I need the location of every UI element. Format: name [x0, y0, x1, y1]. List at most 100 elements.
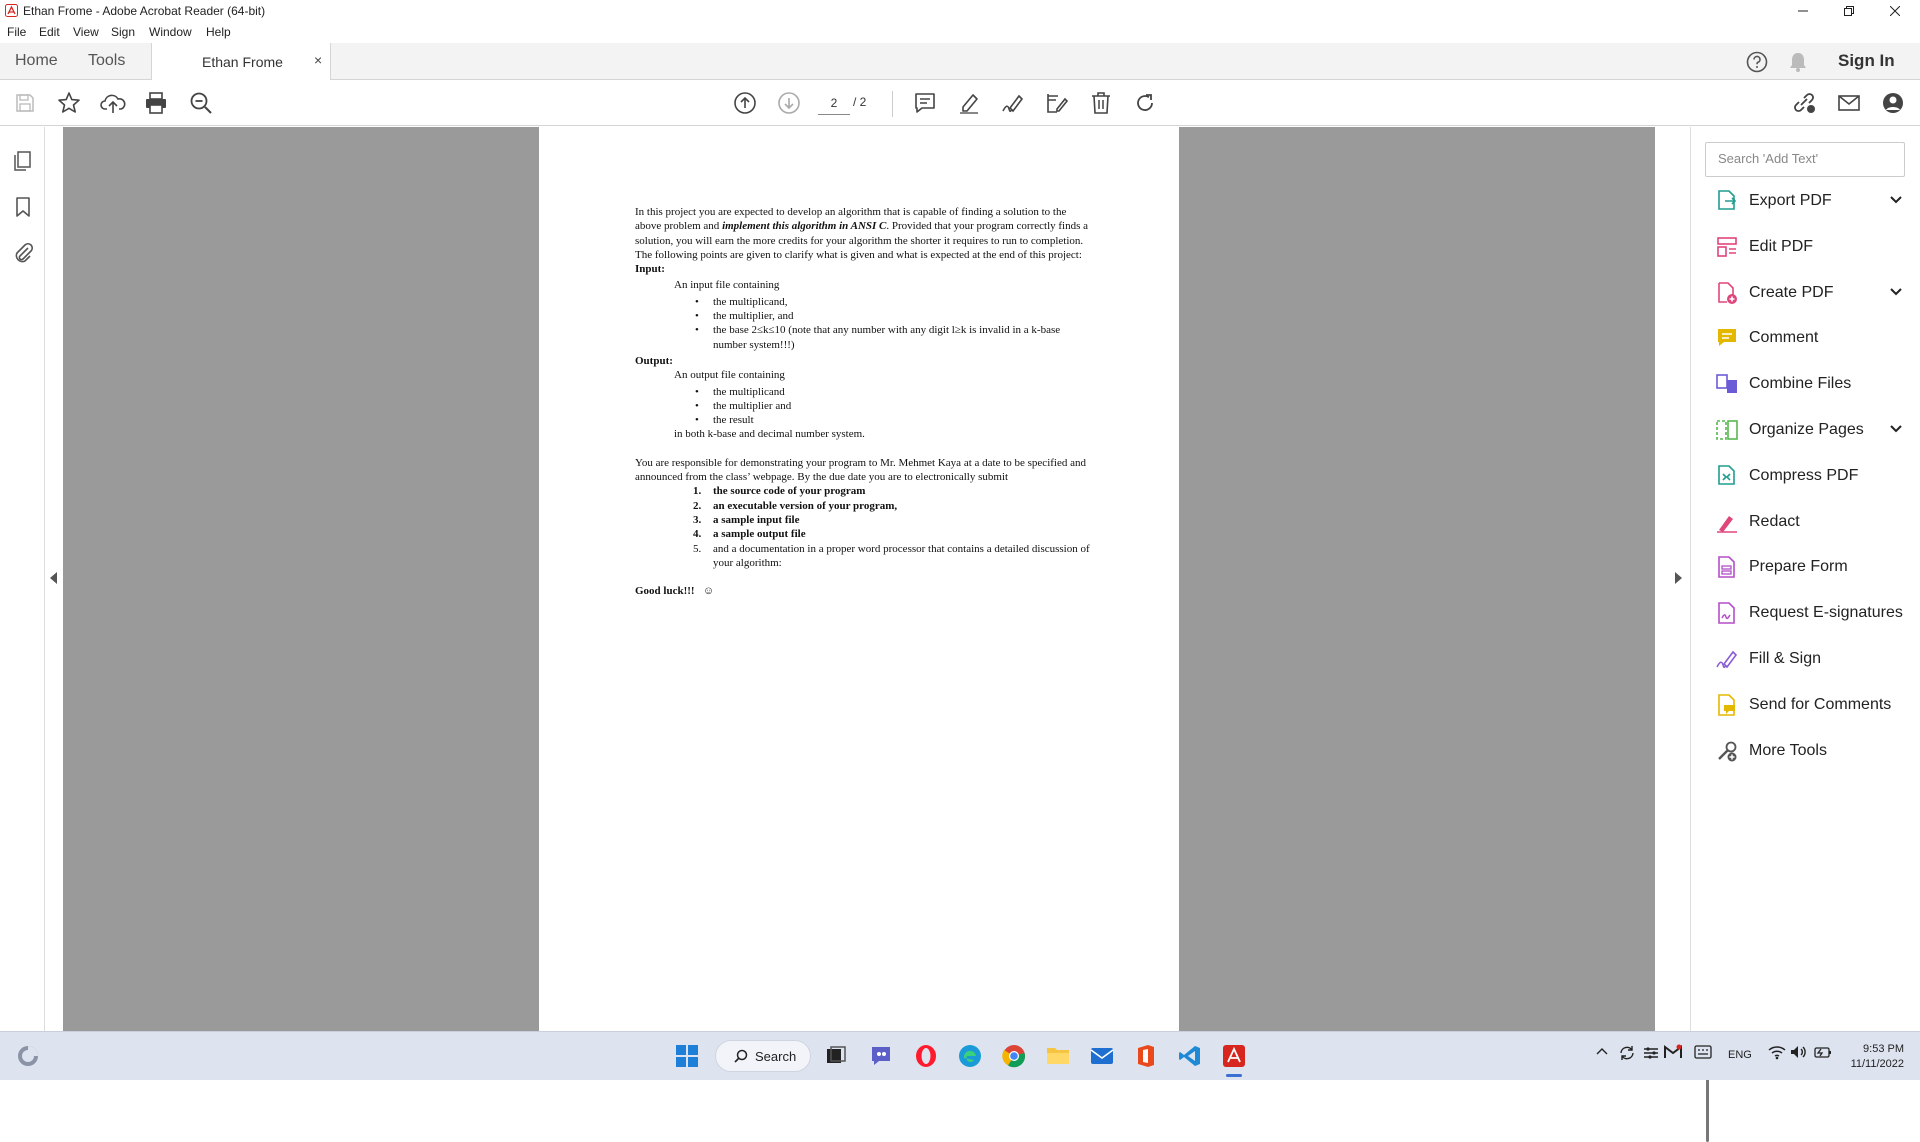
- tab-document[interactable]: Ethan Frome ×: [151, 43, 331, 80]
- highlight-pen-icon[interactable]: [956, 90, 982, 116]
- intro-emphasis: implement this algorithm in ANSI C: [722, 220, 887, 233]
- menu-sign[interactable]: Sign: [111, 25, 135, 39]
- tool-edit-pdf[interactable]: Edit PDF: [1715, 233, 1915, 263]
- menu-edit[interactable]: Edit: [39, 25, 60, 39]
- list-number: 1.: [693, 485, 702, 498]
- list-item: the base 2≤k≤10 (note that any number wi…: [695, 323, 1095, 352]
- rotate-icon[interactable]: [1132, 90, 1158, 116]
- submission-paragraph: You are responsible for demonstrating yo…: [635, 456, 1086, 484]
- tray-overflow-chevron-icon[interactable]: [1596, 1046, 1608, 1056]
- close-tab-button[interactable]: ×: [314, 52, 322, 68]
- tool-create-pdf[interactable]: Create PDF: [1715, 279, 1915, 309]
- language-indicator[interactable]: ENG: [1728, 1049, 1752, 1061]
- minimize-button[interactable]: [1780, 0, 1826, 22]
- left-navigation-rail: [0, 127, 45, 1031]
- tool-comment[interactable]: Comment: [1715, 324, 1915, 354]
- opera-browser-icon[interactable]: [912, 1042, 940, 1070]
- page-thumbnails-icon[interactable]: [11, 149, 35, 173]
- chevron-down-icon[interactable]: [1889, 195, 1903, 205]
- email-icon[interactable]: [1836, 90, 1862, 116]
- tool-request-e-signatures[interactable]: Request E-signatures: [1715, 599, 1915, 629]
- delete-trash-icon[interactable]: [1088, 90, 1114, 116]
- draw-sign-icon[interactable]: [1000, 90, 1026, 116]
- print-icon[interactable]: [143, 90, 169, 116]
- smiley-icon: ☺: [702, 585, 715, 598]
- tools-search-input[interactable]: Search 'Add Text': [1705, 142, 1905, 177]
- tool-combine-files[interactable]: Combine Files: [1715, 370, 1915, 400]
- output-intro: An output file containing: [674, 369, 785, 382]
- file-explorer-icon[interactable]: [1044, 1042, 1072, 1070]
- keyboard-icon[interactable]: [1694, 1045, 1712, 1059]
- tool-label: Prepare Form: [1749, 558, 1848, 575]
- taskbar-search-label: Search: [755, 1049, 797, 1064]
- taskbar-search[interactable]: Search: [715, 1040, 811, 1072]
- request-esignatures-icon: [1715, 601, 1739, 625]
- gmail-tray-icon[interactable]: [1664, 1044, 1682, 1060]
- battery-icon[interactable]: [1812, 1044, 1832, 1060]
- acrobat-taskbar-icon[interactable]: [1220, 1042, 1248, 1070]
- tool-send-for-comments[interactable]: Send for Comments: [1715, 691, 1915, 721]
- system-clock[interactable]: 9:53 PM 11/11/2022: [1848, 1042, 1904, 1072]
- task-view-icon[interactable]: [822, 1042, 850, 1070]
- page-total-label: / 2: [853, 95, 867, 109]
- tool-export-pdf[interactable]: Export PDF: [1715, 187, 1915, 217]
- next-page-icon[interactable]: [776, 90, 802, 116]
- tool-redact[interactable]: Redact: [1715, 508, 1915, 538]
- collapse-right-panel-icon[interactable]: [1674, 572, 1682, 584]
- page-number-input[interactable]: 2: [818, 93, 850, 115]
- tab-tools[interactable]: Tools: [88, 52, 125, 70]
- input-list: the multiplicand, the multiplier, and th…: [635, 295, 1095, 352]
- office-app-icon[interactable]: [1132, 1042, 1160, 1070]
- chrome-browser-icon[interactable]: [1000, 1042, 1028, 1070]
- menu-help[interactable]: Help: [206, 25, 231, 39]
- zoom-out-icon[interactable]: [188, 90, 214, 116]
- collapse-left-panel-icon[interactable]: [50, 572, 58, 584]
- tab-home[interactable]: Home: [15, 52, 58, 70]
- notification-bell-icon[interactable]: [1788, 51, 1808, 73]
- add-comment-icon[interactable]: [912, 90, 938, 116]
- help-icon[interactable]: [1746, 51, 1768, 73]
- tool-compress-pdf[interactable]: Compress PDF: [1715, 462, 1915, 492]
- wifi-icon[interactable]: [1768, 1044, 1786, 1060]
- close-window-button[interactable]: [1872, 0, 1918, 22]
- user-account-icon[interactable]: [1880, 90, 1906, 116]
- list-number: 3.: [693, 513, 702, 526]
- teams-chat-icon[interactable]: [867, 1042, 895, 1070]
- list-item: 3. a sample input file: [693, 513, 1095, 527]
- network-adapter-icon[interactable]: [1642, 1044, 1660, 1062]
- bookmark-star-icon[interactable]: [56, 90, 82, 116]
- attachments-paperclip-icon[interactable]: [11, 241, 35, 265]
- sign-in-button[interactable]: Sign In: [1838, 51, 1895, 71]
- tool-more-tools[interactable]: More Tools: [1715, 737, 1915, 767]
- chevron-down-icon[interactable]: [1889, 287, 1903, 297]
- volume-icon[interactable]: [1790, 1044, 1808, 1060]
- redact-icon: [1715, 510, 1739, 534]
- upload-cloud-icon[interactable]: [100, 90, 126, 116]
- tool-label: Request E-signatures: [1749, 604, 1903, 621]
- bookmarks-icon[interactable]: [11, 195, 35, 219]
- tool-organize-pages[interactable]: Organize Pages: [1715, 416, 1915, 446]
- previous-page-icon[interactable]: [732, 90, 758, 116]
- pdf-page[interactable]: In this project you are expected to deve…: [539, 127, 1179, 1031]
- edit-text-icon[interactable]: [1044, 90, 1070, 116]
- windows-start-icon[interactable]: [673, 1042, 701, 1070]
- menu-view[interactable]: View: [73, 25, 99, 39]
- output-heading: Output:: [635, 354, 673, 367]
- tool-label: Send for Comments: [1749, 696, 1892, 713]
- tool-prepare-form[interactable]: Prepare Form: [1715, 553, 1915, 583]
- window-title: Ethan Frome - Adobe Acrobat Reader (64-b…: [23, 4, 266, 18]
- widgets-icon[interactable]: [14, 1042, 42, 1070]
- tool-fill-sign[interactable]: Fill & Sign: [1715, 645, 1915, 675]
- mail-app-icon[interactable]: [1088, 1042, 1116, 1070]
- sync-status-icon[interactable]: [1618, 1044, 1636, 1062]
- menu-file[interactable]: File: [7, 25, 26, 39]
- restore-button[interactable]: [1826, 0, 1872, 22]
- save-icon[interactable]: [12, 90, 38, 116]
- edge-browser-icon[interactable]: [956, 1042, 984, 1070]
- share-link-icon[interactable]: [1791, 90, 1817, 116]
- edit-pdf-icon: [1715, 235, 1739, 259]
- menu-window[interactable]: Window: [149, 25, 192, 39]
- chevron-down-icon[interactable]: [1889, 424, 1903, 434]
- list-item: the multiplier, and: [695, 309, 1095, 324]
- vscode-app-icon[interactable]: [1176, 1042, 1204, 1070]
